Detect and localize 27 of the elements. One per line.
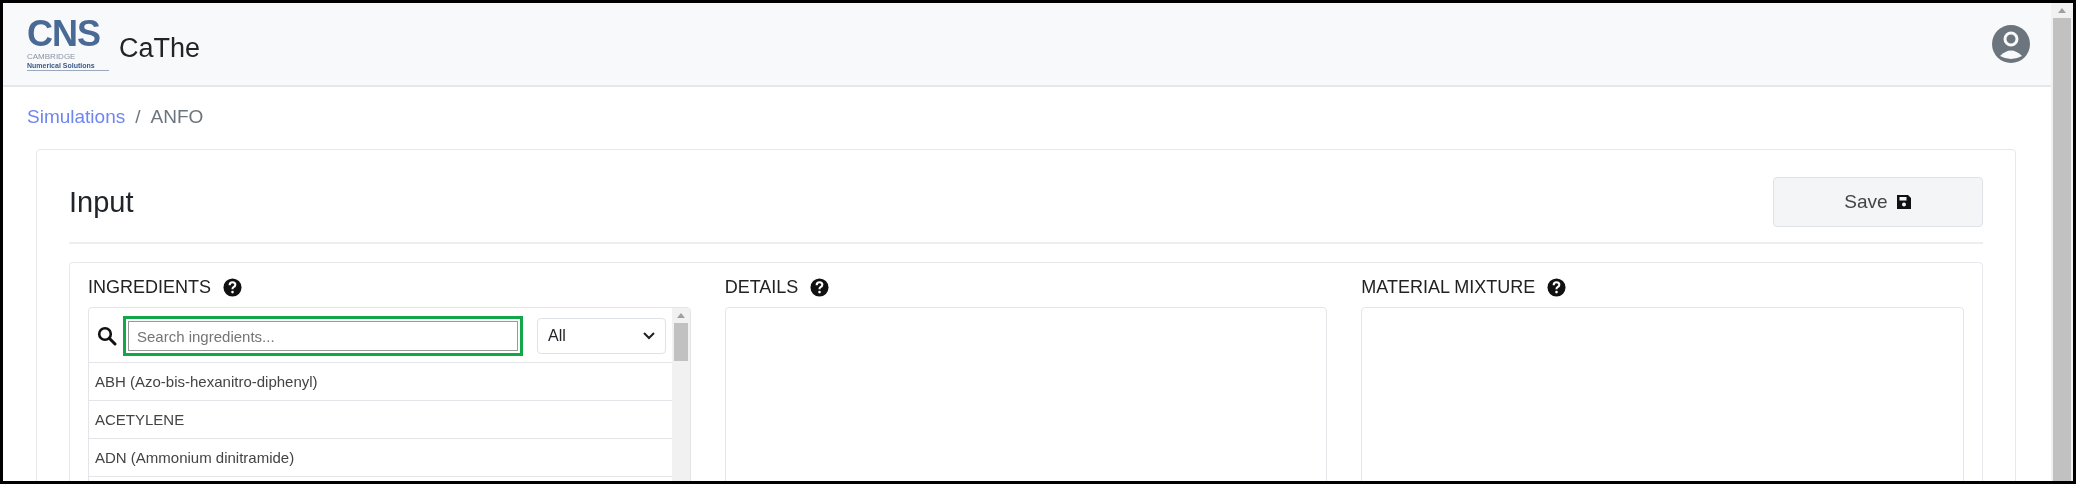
logo-tagline: CAMBRIDGE (27, 52, 77, 61)
section-title: DETAILS (724, 276, 799, 298)
app-name: CaThe (119, 32, 201, 64)
ingredient-item[interactable]: ADN (Ammonium dinitramide) (89, 439, 672, 477)
search-field[interactable]: Search ingredients... (123, 316, 523, 356)
user-avatar-icon[interactable] (1991, 24, 2031, 64)
section-title: INGREDIENTS (88, 276, 211, 298)
filter-dropdown[interactable]: All (537, 318, 666, 354)
breadcrumb-current: ANFO (150, 106, 204, 128)
scroll-up-arrow-icon[interactable] (2058, 8, 2066, 13)
section-title: MATERIAL MIXTURE (1361, 276, 1536, 298)
scrollbar[interactable] (671, 308, 690, 481)
help-icon[interactable] (1547, 277, 1567, 297)
ingredient-item[interactable]: ABH (Azo-bis-hexanitro-diphenyl) (89, 363, 672, 401)
scrollbar[interactable] (2051, 3, 2073, 481)
scrollbar-thumb[interactable] (2053, 18, 2071, 481)
scrollbar-thumb[interactable] (673, 323, 688, 361)
help-icon[interactable] (810, 277, 830, 297)
search-icon (97, 326, 117, 346)
page-title: Input (69, 185, 134, 219)
save-button[interactable]: Save (1773, 177, 1983, 227)
logo-wordmark: CNS (27, 17, 101, 51)
ingredient-item[interactable]: ACETYLENE (89, 401, 672, 439)
breadcrumb-separator: / (135, 106, 141, 128)
help-icon[interactable] (223, 277, 242, 297)
chevron-down-icon (642, 332, 655, 340)
scroll-up-arrow-icon[interactable] (676, 313, 685, 318)
